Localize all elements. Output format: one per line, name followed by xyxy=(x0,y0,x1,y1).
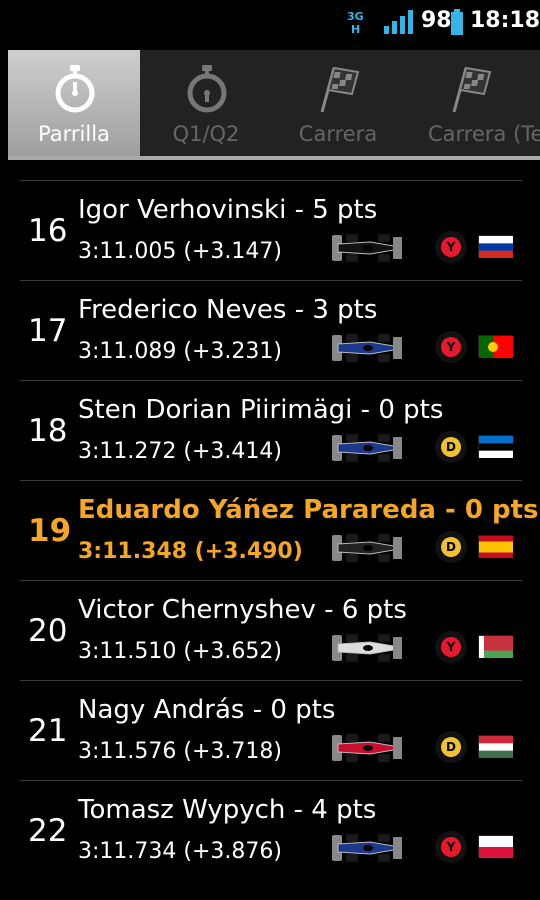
driver-name: Frederico Neves - 3 pts xyxy=(78,295,378,325)
lap-time: 3:11.005 (+3.147) xyxy=(78,239,282,264)
tyre-compound-label: Y xyxy=(441,637,461,657)
grid-position: 21 xyxy=(28,713,68,749)
grid-position: 22 xyxy=(28,813,68,849)
tyre-compound-icon: Y xyxy=(435,231,467,263)
tyre-compound-label: D xyxy=(441,737,461,757)
grid-position: 16 xyxy=(28,213,68,249)
tyre-compound-label: Y xyxy=(441,237,461,257)
grid-position: 20 xyxy=(28,613,68,649)
grid-position: 19 xyxy=(28,513,72,549)
tab-label: Carrera (Tex xyxy=(428,122,540,146)
lap-time: 3:11.510 (+3.652) xyxy=(78,639,282,664)
svg-text:3G: 3G xyxy=(347,10,364,23)
flag-portugal-icon xyxy=(478,335,513,358)
flag-belarus-icon xyxy=(478,635,513,659)
grid-row[interactable]: 19 Eduardo Yáñez Parareda - 0 pts 3:11.348… xyxy=(20,480,539,580)
checkered-flag-icon xyxy=(320,66,360,113)
tyre-compound-label: D xyxy=(441,437,461,457)
battery-percent: 98 xyxy=(421,8,452,33)
checkered-flag-icon xyxy=(452,66,492,113)
tyre-compound-icon: D xyxy=(435,731,467,763)
status-bar: 3G H 98 18:18 xyxy=(0,0,540,45)
car-icon xyxy=(330,733,404,763)
driver-name: Tomasz Wypych - 4 pts xyxy=(78,795,377,825)
grid-row[interactable]: 18 Sten Dorian Piirimägi - 0 pts 3:11.272 … xyxy=(20,380,522,480)
tyre-compound-icon: D xyxy=(435,531,467,563)
flag-estonia-icon xyxy=(478,435,513,459)
flag-poland-icon xyxy=(478,835,513,859)
lap-time: 3:11.734 (+3.876) xyxy=(78,839,282,864)
car-icon xyxy=(330,833,404,863)
signal-strength-icon xyxy=(384,10,413,34)
driver-name: Nagy András - 0 pts xyxy=(78,695,336,725)
status-clock: 18:18 xyxy=(470,8,540,33)
car-icon xyxy=(330,633,404,663)
lap-time: 3:11.576 (+3.718) xyxy=(78,739,282,764)
grid-row[interactable]: 22 Tomasz Wypych - 4 pts 3:11.734 (+3.876)… xyxy=(20,780,522,880)
grid-position: 17 xyxy=(28,313,68,349)
driver-name: Eduardo Yáñez Parareda - 0 pts xyxy=(78,495,539,525)
stopwatch-icon xyxy=(187,65,227,113)
flag-hungary-icon xyxy=(478,735,513,759)
grid-position: 18 xyxy=(28,413,68,449)
tyre-compound-icon: Y xyxy=(435,631,467,663)
grid-list: 16 Igor Verhovinski - 5 pts 3:11.005 (+3.1… xyxy=(20,180,539,880)
tyre-compound-label: D xyxy=(441,537,461,557)
car-icon xyxy=(330,233,404,263)
flag-russia-icon xyxy=(478,235,513,259)
stopwatch-icon xyxy=(55,65,95,113)
car-icon xyxy=(330,333,404,363)
driver-name: Sten Dorian Piirimägi - 0 pts xyxy=(78,395,444,425)
grid-row[interactable]: 20 Victor Chernyshev - 6 pts 3:11.510 (+3.… xyxy=(20,580,522,680)
tab-q1-q2[interactable]: Q1/Q2 xyxy=(140,50,272,160)
lap-time: 3:11.272 (+3.414) xyxy=(78,439,282,464)
tyre-compound-icon: D xyxy=(435,431,467,463)
tab-bar: Parrilla Q1/Q2 Carrera Carrera (Te xyxy=(8,50,540,160)
tyre-compound-label: Y xyxy=(441,337,461,357)
tab-parrilla[interactable]: Parrilla xyxy=(8,50,140,160)
battery-icon xyxy=(451,9,463,35)
tab-label: Carrera xyxy=(298,122,378,146)
tab-carrera-texto[interactable]: Carrera (Tex xyxy=(404,50,540,160)
lap-time: 3:11.089 (+3.231) xyxy=(78,339,282,364)
data-network-icon: 3G H xyxy=(347,10,364,35)
grid-row[interactable]: 17 Frederico Neves - 3 pts 3:11.089 (+3.23… xyxy=(20,280,522,380)
flag-spain-icon xyxy=(478,535,513,559)
car-icon xyxy=(330,533,404,563)
tyre-compound-label: Y xyxy=(441,837,461,857)
driver-name: Igor Verhovinski - 5 pts xyxy=(78,195,378,225)
driver-name: Victor Chernyshev - 6 pts xyxy=(78,595,407,625)
grid-row[interactable]: 16 Igor Verhovinski - 5 pts 3:11.005 (+3.1… xyxy=(20,180,522,280)
tab-carrera[interactable]: Carrera xyxy=(272,50,404,160)
svg-text:H: H xyxy=(351,23,360,35)
grid-row[interactable]: 21 Nagy András - 0 pts 3:11.576 (+3.718) D xyxy=(20,680,522,780)
tab-label: Q1/Q2 xyxy=(172,122,240,146)
tyre-compound-icon: Y xyxy=(435,331,467,363)
car-icon xyxy=(330,433,404,463)
lap-time: 3:11.348 (+3.490) xyxy=(78,539,303,564)
tab-label: Parrilla xyxy=(38,122,110,146)
tyre-compound-icon: Y xyxy=(435,831,467,863)
